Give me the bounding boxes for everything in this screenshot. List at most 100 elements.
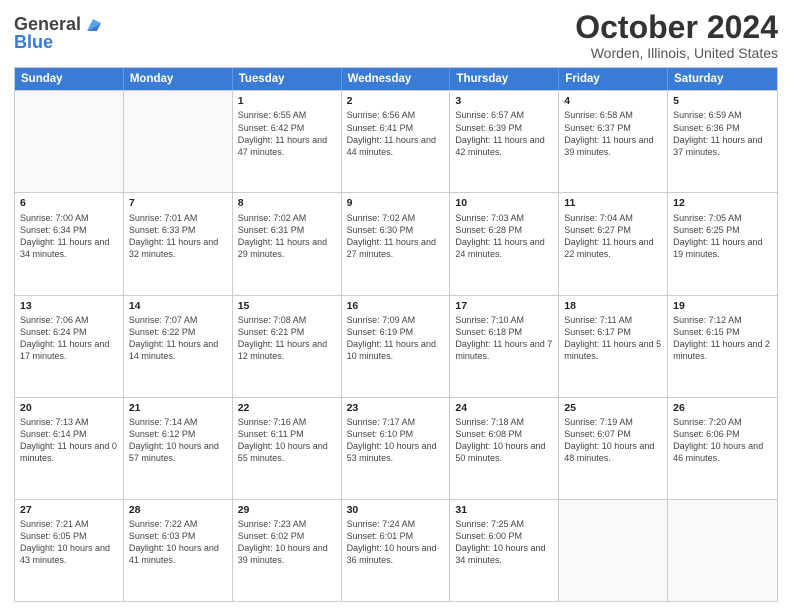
header-day-friday: Friday	[559, 68, 668, 90]
day-number: 2	[347, 94, 445, 108]
cell-info: Sunrise: 7:02 AMSunset: 6:31 PMDaylight:…	[238, 212, 336, 261]
day-number: 29	[238, 503, 336, 517]
cal-cell: 26Sunrise: 7:20 AMSunset: 6:06 PMDayligh…	[668, 398, 777, 499]
cal-cell: 8 Sunrise: 7:02 AMSunset: 6:31 PMDaylight…	[233, 193, 342, 294]
cell-info: Sunrise: 7:18 AMSunset: 6:08 PMDaylight:…	[455, 416, 553, 465]
cal-cell	[559, 500, 668, 601]
day-number: 15	[238, 299, 336, 313]
day-number: 16	[347, 299, 445, 313]
day-number: 25	[564, 401, 662, 415]
day-number: 14	[129, 299, 227, 313]
cal-cell: 27Sunrise: 7:21 AMSunset: 6:05 PMDayligh…	[15, 500, 124, 601]
cell-info: Sunrise: 7:13 AMSunset: 6:14 PMDaylight:…	[20, 416, 118, 465]
header-day-monday: Monday	[124, 68, 233, 90]
cell-info: Sunrise: 7:17 AMSunset: 6:10 PMDaylight:…	[347, 416, 445, 465]
cal-cell: 25Sunrise: 7:19 AMSunset: 6:07 PMDayligh…	[559, 398, 668, 499]
cal-cell: 3Sunrise: 6:57 AMSunset: 6:39 PMDaylight…	[450, 91, 559, 192]
logo-icon	[83, 13, 105, 35]
cal-cell: 5Sunrise: 6:59 AMSunset: 6:36 PMDaylight…	[668, 91, 777, 192]
cell-info: Sunrise: 7:05 AMSunset: 6:25 PMDaylight:…	[673, 212, 772, 261]
cal-cell: 10 Sunrise: 7:03 AMSunset: 6:28 PMDayligh…	[450, 193, 559, 294]
header-day-tuesday: Tuesday	[233, 68, 342, 90]
day-number: 27	[20, 503, 118, 517]
calendar-body: 1Sunrise: 6:55 AMSunset: 6:42 PMDaylight…	[15, 90, 777, 601]
cal-cell: 28Sunrise: 7:22 AMSunset: 6:03 PMDayligh…	[124, 500, 233, 601]
calendar-row-4: 27Sunrise: 7:21 AMSunset: 6:05 PMDayligh…	[15, 499, 777, 601]
cal-cell: 15Sunrise: 7:08 AMSunset: 6:21 PMDayligh…	[233, 296, 342, 397]
cell-info: Sunrise: 7:01 AMSunset: 6:33 PMDaylight:…	[129, 212, 227, 261]
cal-cell: 23Sunrise: 7:17 AMSunset: 6:10 PMDayligh…	[342, 398, 451, 499]
cell-info: Sunrise: 7:20 AMSunset: 6:06 PMDaylight:…	[673, 416, 772, 465]
day-number: 3	[455, 94, 553, 108]
cell-info: Sunrise: 7:08 AMSunset: 6:21 PMDaylight:…	[238, 314, 336, 363]
cell-info: Sunrise: 7:03 AMSunset: 6:28 PMDaylight:…	[455, 212, 553, 261]
header-day-wednesday: Wednesday	[342, 68, 451, 90]
cell-info: Sunrise: 7:21 AMSunset: 6:05 PMDaylight:…	[20, 518, 118, 567]
cal-cell: 18Sunrise: 7:11 AMSunset: 6:17 PMDayligh…	[559, 296, 668, 397]
calendar-row-0: 1Sunrise: 6:55 AMSunset: 6:42 PMDaylight…	[15, 90, 777, 192]
cal-cell: 2Sunrise: 6:56 AMSunset: 6:41 PMDaylight…	[342, 91, 451, 192]
day-number: 9	[347, 196, 445, 210]
day-number: 31	[455, 503, 553, 517]
day-number: 8	[238, 196, 336, 210]
day-number: 10	[455, 196, 553, 210]
cell-info: Sunrise: 7:07 AMSunset: 6:22 PMDaylight:…	[129, 314, 227, 363]
cal-cell: 6Sunrise: 7:00 AMSunset: 6:34 PMDaylight…	[15, 193, 124, 294]
header-day-sunday: Sunday	[15, 68, 124, 90]
cal-cell: 1Sunrise: 6:55 AMSunset: 6:42 PMDaylight…	[233, 91, 342, 192]
cal-cell: 11 Sunrise: 7:04 AMSunset: 6:27 PMDayligh…	[559, 193, 668, 294]
logo: General Blue	[14, 14, 105, 53]
day-number: 4	[564, 94, 662, 108]
cell-info: Sunrise: 7:12 AMSunset: 6:15 PMDaylight:…	[673, 314, 772, 363]
day-number: 22	[238, 401, 336, 415]
day-number: 11	[564, 196, 662, 210]
cell-info: Sunrise: 7:11 AMSunset: 6:17 PMDaylight:…	[564, 314, 662, 363]
cal-cell: 24Sunrise: 7:18 AMSunset: 6:08 PMDayligh…	[450, 398, 559, 499]
cal-cell: 17Sunrise: 7:10 AMSunset: 6:18 PMDayligh…	[450, 296, 559, 397]
title-block: October 2024 Worden, Illinois, United St…	[575, 10, 778, 61]
calendar-row-1: 6Sunrise: 7:00 AMSunset: 6:34 PMDaylight…	[15, 192, 777, 294]
cal-cell: 4Sunrise: 6:58 AMSunset: 6:37 PMDaylight…	[559, 91, 668, 192]
header: General Blue October 2024 Worden, Illino…	[14, 10, 778, 61]
day-number: 5	[673, 94, 772, 108]
cal-cell: 20Sunrise: 7:13 AMSunset: 6:14 PMDayligh…	[15, 398, 124, 499]
cell-info: Sunrise: 7:02 AMSunset: 6:30 PMDaylight:…	[347, 212, 445, 261]
day-number: 26	[673, 401, 772, 415]
cal-cell: 29Sunrise: 7:23 AMSunset: 6:02 PMDayligh…	[233, 500, 342, 601]
logo-blue-text: Blue	[14, 32, 105, 53]
cal-cell: 19Sunrise: 7:12 AMSunset: 6:15 PMDayligh…	[668, 296, 777, 397]
cell-info: Sunrise: 7:04 AMSunset: 6:27 PMDaylight:…	[564, 212, 662, 261]
cell-info: Sunrise: 6:55 AMSunset: 6:42 PMDaylight:…	[238, 109, 336, 158]
cell-info: Sunrise: 7:10 AMSunset: 6:18 PMDaylight:…	[455, 314, 553, 363]
day-number: 12	[673, 196, 772, 210]
cal-cell: 7Sunrise: 7:01 AMSunset: 6:33 PMDaylight…	[124, 193, 233, 294]
cell-info: Sunrise: 7:19 AMSunset: 6:07 PMDaylight:…	[564, 416, 662, 465]
day-number: 28	[129, 503, 227, 517]
cal-cell	[15, 91, 124, 192]
cell-info: Sunrise: 6:56 AMSunset: 6:41 PMDaylight:…	[347, 109, 445, 158]
day-number: 18	[564, 299, 662, 313]
cal-cell: 16Sunrise: 7:09 AMSunset: 6:19 PMDayligh…	[342, 296, 451, 397]
cell-info: Sunrise: 7:24 AMSunset: 6:01 PMDaylight:…	[347, 518, 445, 567]
header-day-thursday: Thursday	[450, 68, 559, 90]
day-number: 1	[238, 94, 336, 108]
calendar: SundayMondayTuesdayWednesdayThursdayFrid…	[14, 67, 778, 602]
day-number: 13	[20, 299, 118, 313]
cal-cell: 21Sunrise: 7:14 AMSunset: 6:12 PMDayligh…	[124, 398, 233, 499]
cell-info: Sunrise: 7:14 AMSunset: 6:12 PMDaylight:…	[129, 416, 227, 465]
cal-cell: 31Sunrise: 7:25 AMSunset: 6:00 PMDayligh…	[450, 500, 559, 601]
day-number: 30	[347, 503, 445, 517]
cal-cell	[668, 500, 777, 601]
cell-info: Sunrise: 7:00 AMSunset: 6:34 PMDaylight:…	[20, 212, 118, 261]
page: General Blue October 2024 Worden, Illino…	[0, 0, 792, 612]
calendar-row-2: 13Sunrise: 7:06 AMSunset: 6:24 PMDayligh…	[15, 295, 777, 397]
day-number: 21	[129, 401, 227, 415]
cal-cell: 14Sunrise: 7:07 AMSunset: 6:22 PMDayligh…	[124, 296, 233, 397]
cell-info: Sunrise: 7:09 AMSunset: 6:19 PMDaylight:…	[347, 314, 445, 363]
cal-cell: 22Sunrise: 7:16 AMSunset: 6:11 PMDayligh…	[233, 398, 342, 499]
month-title: October 2024	[575, 10, 778, 45]
calendar-header: SundayMondayTuesdayWednesdayThursdayFrid…	[15, 68, 777, 90]
cell-info: Sunrise: 7:25 AMSunset: 6:00 PMDaylight:…	[455, 518, 553, 567]
cell-info: Sunrise: 7:22 AMSunset: 6:03 PMDaylight:…	[129, 518, 227, 567]
cell-info: Sunrise: 7:16 AMSunset: 6:11 PMDaylight:…	[238, 416, 336, 465]
